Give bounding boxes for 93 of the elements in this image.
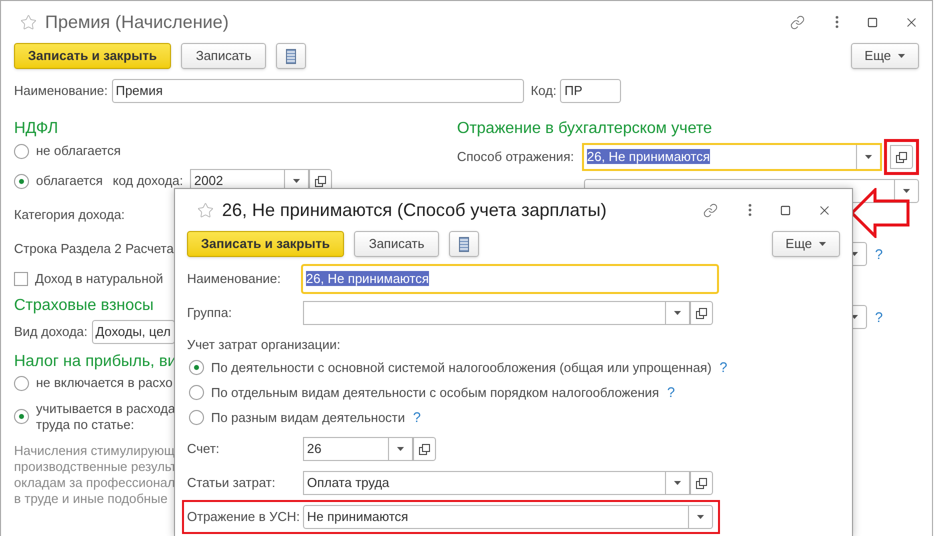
radio-label: не включается в расхо <box>36 375 173 391</box>
save-button[interactable]: Записать <box>180 43 266 69</box>
arrow-annotation <box>850 188 912 238</box>
save-and-close-button[interactable]: Записать и закрыть <box>187 231 344 257</box>
radio-label: По разным видам деятельности <box>211 408 406 427</box>
link-icon[interactable] <box>703 202 718 218</box>
field-value: 26, Не принимаются <box>306 271 429 286</box>
open-icon <box>315 176 326 186</box>
open-button[interactable] <box>413 437 436 461</box>
maximize-icon[interactable] <box>867 16 878 28</box>
field-value: Оплата труда <box>307 475 390 490</box>
field-label: Способ отражения: <box>457 148 575 166</box>
field-label: Вид дохода: <box>14 323 88 342</box>
field-value: 26 <box>307 441 322 456</box>
maximize-icon[interactable] <box>780 204 791 216</box>
caret-icon <box>903 189 910 193</box>
star-icon[interactable] <box>20 14 37 30</box>
field-label: Счет: <box>187 440 220 458</box>
window-title: Премия (Начисление) <box>45 10 229 34</box>
input-field[interactable]: 26, Не принимаются <box>582 143 882 171</box>
open-button[interactable] <box>690 301 713 325</box>
field-label: Строка Раздела 2 Расчета <box>14 240 174 258</box>
checkbox[interactable] <box>14 272 28 286</box>
caret-icon <box>674 481 681 485</box>
caret-icon <box>674 311 681 315</box>
radio-button[interactable] <box>189 360 204 375</box>
radio-button[interactable] <box>189 385 204 400</box>
input-field[interactable]: Оплата труда <box>303 471 690 495</box>
field-value: Не принимаются <box>307 509 408 524</box>
open-icon <box>696 478 707 488</box>
help-icon[interactable]: ? <box>667 382 675 403</box>
field-label: Код: <box>530 82 556 100</box>
radio-button[interactable] <box>14 376 29 390</box>
open-icon <box>419 444 430 454</box>
list-button[interactable] <box>449 231 480 257</box>
open-button[interactable] <box>690 471 713 495</box>
list-icon <box>459 236 470 252</box>
input-field[interactable]: ПР <box>560 79 622 103</box>
field-value: Доходы, цел <box>96 324 171 340</box>
more-button[interactable]: Еще <box>772 231 840 257</box>
list-button[interactable] <box>276 43 306 69</box>
caret-icon <box>397 447 404 451</box>
caret-icon <box>865 155 872 159</box>
radio-button[interactable] <box>189 410 204 425</box>
field-label: Наименование: <box>187 270 282 288</box>
caret-icon <box>697 515 704 519</box>
note-text: Начисления стимулирующ производственные результ окладам за профессионал в труде и иные подобные <box>14 443 176 507</box>
field-label: код дохода: <box>112 172 184 190</box>
save-and-close-button[interactable]: Записать и закрыть <box>14 43 171 69</box>
field-label: Статьи затрат: <box>187 474 276 492</box>
help-icon[interactable]: ? <box>413 407 421 428</box>
input-field[interactable]: 26 <box>303 437 413 461</box>
radio-label: не облагается <box>36 142 121 160</box>
radio-button[interactable] <box>14 174 29 188</box>
radio-button[interactable] <box>14 409 29 424</box>
radio-label: По отдельным видам деятельности с особым порядком налогообложения <box>211 384 660 402</box>
section-heading: Страховые взносы <box>14 296 154 316</box>
link-icon[interactable] <box>790 14 805 30</box>
window-title: 26, Не принимаются (Способ учета зарплаты) <box>222 198 607 222</box>
radio-label: облагается <box>36 172 103 190</box>
help-icon[interactable]: ? <box>875 244 883 264</box>
star-icon[interactable] <box>197 202 214 218</box>
radio-label: учитывается в расхода труда по статье: <box>36 401 176 433</box>
field-label: Наименование: <box>14 82 108 100</box>
radio-label: По деятельности с основной системой налогообложения (общая или упрощенная) <box>211 358 712 377</box>
list-icon <box>286 48 296 64</box>
input-field[interactable] <box>303 301 690 325</box>
open-icon <box>896 152 907 162</box>
section-heading: Отражение в бухгалтерском учете <box>457 119 712 139</box>
more-button[interactable]: Еще <box>850 43 919 69</box>
section-heading: НДФЛ <box>14 119 58 139</box>
caret-icon <box>898 54 905 58</box>
field-label: Группа: <box>187 304 233 322</box>
caret-icon <box>293 179 300 183</box>
field-value: 2002 <box>194 173 224 188</box>
input-field[interactable]: 26, Не принимаются <box>301 264 719 294</box>
open-icon <box>696 308 707 318</box>
input-field[interactable]: Не принимаются <box>303 505 713 529</box>
caret-icon <box>819 242 826 246</box>
help-icon[interactable]: ? <box>720 357 728 378</box>
save-button[interactable]: Записать <box>354 231 440 257</box>
field-value: 26, Не принимаются <box>587 149 710 164</box>
open-button[interactable] <box>890 145 913 169</box>
field-label: Отражение в УСН: <box>187 508 301 526</box>
field-label: Учет затрат организации: <box>187 336 340 354</box>
help-icon[interactable]: ? <box>875 306 883 328</box>
radio-button[interactable] <box>14 144 29 158</box>
input-field[interactable]: Доходы, цел <box>92 320 175 344</box>
field-value: ПР <box>564 83 582 98</box>
input-field[interactable]: Премия <box>112 79 524 103</box>
field-label: Категория дохода: <box>14 206 125 224</box>
checkbox-label: Доход в натуральной <box>35 270 164 288</box>
field-value: Премия <box>116 83 163 98</box>
